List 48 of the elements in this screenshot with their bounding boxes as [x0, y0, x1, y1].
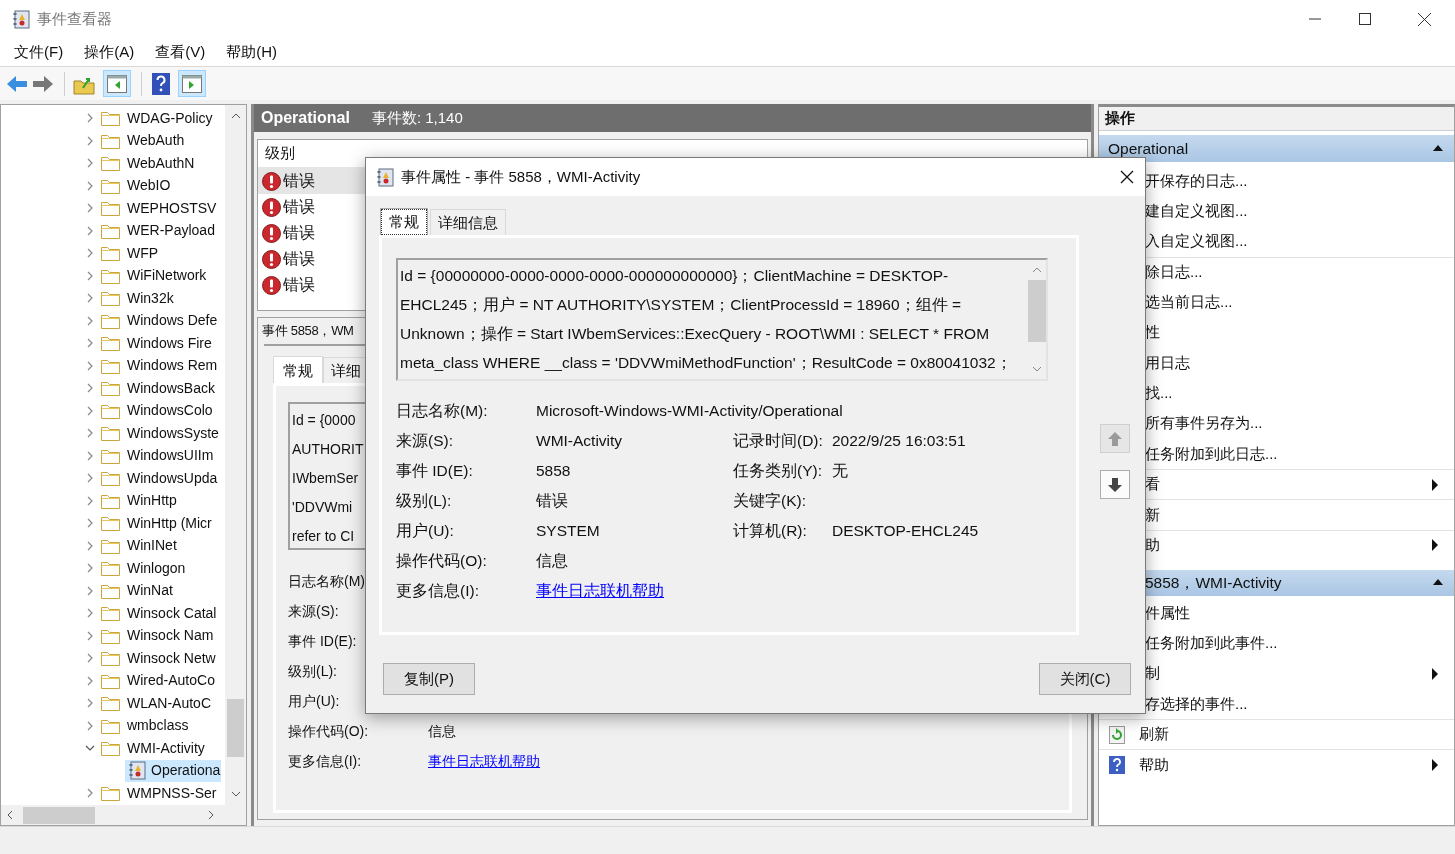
field-label: 用户(U):: [396, 522, 454, 540]
description-line: Id = {00000000-0000-0000-0000-000000000000}；ClientMachine = DESKTOP-: [400, 266, 950, 286]
field-label: 操作代码(O):: [396, 552, 487, 570]
event-count: 事件数: 1,140: [371, 107, 463, 128]
level-cell-text: 错误: [283, 223, 315, 244]
description-line: IWbemSer: [292, 469, 359, 488]
field-value: 信息: [428, 721, 456, 741]
level-cell-text: 错误: [283, 249, 315, 270]
field-label: 用户(U):: [288, 692, 340, 709]
field-label: 操作代码(O):: [288, 722, 369, 739]
level-cell-text: 错误: [283, 275, 315, 296]
actions-title: 操作: [1105, 108, 1135, 129]
field-value: SYSTEM: [536, 521, 600, 542]
description-line: EHCL245；用户 = NT AUTHORITY\SYSTEM；ClientProcessId = 18960；组件 =: [400, 295, 962, 315]
field-value: 5858: [536, 461, 571, 482]
log-title: Operational: [261, 108, 350, 128]
field-value: Microsoft-Windows-WMI-Activity/Operational: [536, 401, 843, 422]
field-label: 更多信息(I):: [288, 752, 362, 769]
window-title: 事件查看器: [37, 8, 112, 29]
field-label: 关键字(K):: [733, 492, 806, 510]
field-label: 来源(S):: [288, 602, 339, 619]
field-value: 无: [832, 461, 848, 482]
field-label: 更多信息(I):: [396, 582, 479, 600]
description-line: Id = {0000: [292, 411, 356, 430]
field-value: 2022/9/25 16:03:51: [832, 431, 966, 452]
field-label: 级别(L):: [288, 662, 337, 679]
description-line: meta_class WHERE __class = 'DDVWmiMethodFunction'；ResultCode = 0x80041032；: [400, 353, 1013, 373]
field-label: 记录时间(D):: [733, 432, 823, 450]
level-cell-text: 错误: [283, 171, 315, 192]
field-label: 日志名称(M): [288, 572, 365, 589]
field-label: 级别(L):: [396, 492, 452, 510]
field-value: DESKTOP-EHCL245: [832, 521, 979, 542]
field-value: 错误: [536, 491, 568, 512]
field-value: WMI-Activity: [536, 431, 623, 452]
level-cell-text: 错误: [283, 197, 315, 218]
field-label: 计算机(R):: [733, 522, 807, 540]
description-line: Unknown；操作 = Start IWbemServices::ExecQuery - ROOT\WMI : SELECT * FROM: [400, 324, 991, 344]
field-value: 信息: [536, 551, 568, 572]
field-label: 事件 ID(E):: [396, 462, 473, 480]
field-label: 日志名称(M):: [396, 402, 488, 420]
field-label: 事件 ID(E):: [288, 632, 357, 649]
dialog-title: 事件属性 - 事件 5858，WMI-Activity: [401, 166, 641, 187]
description-line: AUTHORIT: [292, 440, 364, 459]
description-line: refer to CI: [292, 527, 355, 546]
description-line: 'DDVWmi: [292, 498, 353, 517]
field-label: 来源(S):: [396, 432, 453, 450]
field-label: 任务类别(Y):: [733, 462, 822, 480]
preview-title: 事件 5858，WM: [262, 322, 354, 341]
